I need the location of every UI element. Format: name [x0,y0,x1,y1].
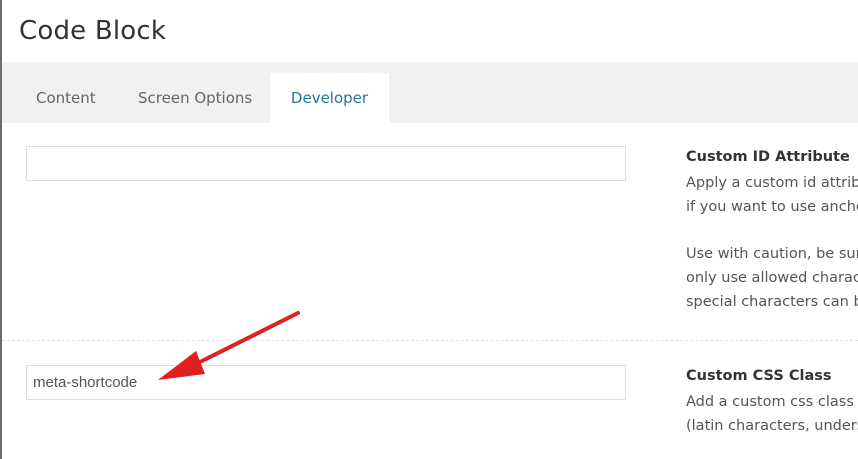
custom-id-description-line: special characters can be [686,294,858,310]
tab-content[interactable]: Content [36,73,96,123]
panel-header: Code Block [2,0,858,63]
custom-id-description-line: Apply a custom id attrib [686,175,858,191]
developer-tab-content: Custom ID Attribute Apply a custom id at… [2,123,858,459]
custom-css-class-description-line: (latin characters, unders [686,418,858,434]
tab-developer[interactable]: Developer [270,73,389,123]
custom-id-description-line: only use allowed charact [686,270,858,286]
section-divider [2,340,858,341]
custom-id-input[interactable] [26,146,626,181]
custom-css-class-input[interactable] [26,365,626,400]
code-block-editor-panel: Code Block Content Screen Options Develo… [0,0,858,459]
custom-id-label: Custom ID Attribute [686,149,850,165]
custom-css-class-description-line: Add a custom css class f [686,394,858,410]
tab-bar: Content Screen Options Developer [2,62,858,123]
panel-title: Code Block [19,16,167,46]
tab-screen-options[interactable]: Screen Options [138,73,252,123]
custom-id-description-line: Use with caution, be sur [686,246,858,262]
custom-css-class-label: Custom CSS Class [686,368,832,384]
custom-id-description-line: if you want to use ancho [686,199,858,215]
